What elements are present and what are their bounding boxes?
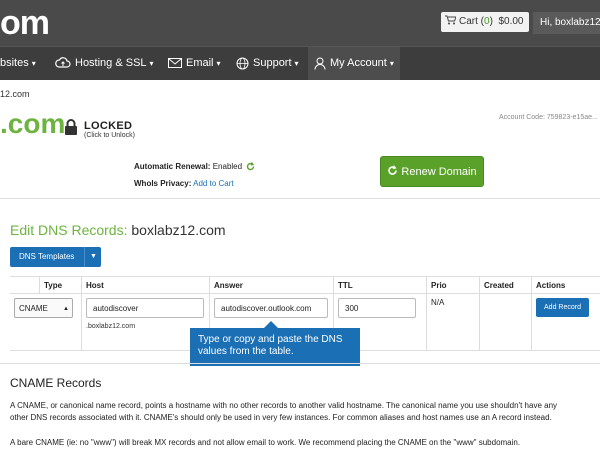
renew-domain-button[interactable]: Renew Domain — [380, 156, 484, 187]
table-header-row: Type Host Answer TTL Prio Created Action… — [10, 276, 600, 294]
dns-templates-button[interactable]: DNS Templates ▼ — [10, 247, 101, 267]
user-menu[interactable]: Hi, boxlabz12 ▾ — [533, 12, 600, 34]
add-record-button[interactable]: Add Record — [536, 298, 589, 317]
callout-pointer — [264, 321, 278, 328]
dns-templates-label: DNS Templates — [19, 252, 75, 261]
envelope-icon — [168, 58, 182, 69]
divider — [0, 198, 600, 199]
answer-input[interactable]: autodiscover.outlook.com — [214, 298, 328, 318]
whois-label: WhoIs Privacy: — [134, 179, 192, 188]
chevron-down-icon: ▾ — [294, 59, 299, 68]
nav-support-label: Support — [253, 57, 292, 69]
cloud-icon — [55, 57, 71, 68]
host-input[interactable]: autodiscover — [86, 298, 204, 318]
nav-account-label: My Account — [330, 57, 387, 69]
divider — [0, 363, 600, 364]
nav-websites-label: bsites — [0, 57, 29, 69]
page-title: Edit DNS Records: boxlabz12.com — [10, 222, 226, 238]
col-type: Type — [39, 276, 82, 294]
host-input-value: autodiscover — [93, 304, 139, 313]
top-bar: om Cart (0) $0.00 Hi, boxlabz12 ▾ — [0, 0, 600, 46]
col-answer: Answer — [209, 276, 334, 294]
chevron-down-icon: ▾ — [31, 59, 36, 68]
record-type-value: CNAME — [19, 304, 48, 313]
whois-privacy: WhoIs Privacy: Add to Cart — [134, 179, 234, 188]
cname-paragraph-2: other DNS records associated with it. CN… — [10, 413, 552, 422]
add-to-cart-link[interactable]: Add to Cart — [193, 179, 233, 188]
ttl-input-value: 300 — [345, 304, 359, 313]
chevron-down-icon: ▾ — [149, 59, 154, 68]
col-ttl: TTL — [333, 276, 427, 294]
nav-email[interactable]: Email ▾ — [168, 47, 221, 80]
col-prio: Prio — [426, 276, 480, 294]
auto-renewal-value: Enabled — [212, 162, 243, 171]
chevron-updown-icon: ▲ — [63, 306, 69, 312]
cname-heading: CNAME Records — [10, 376, 102, 390]
cart-icon — [445, 15, 457, 25]
cname-paragraph-3: A bare CNAME (ie: no "www") will break M… — [10, 438, 521, 447]
answer-input-value: autodiscover.outlook.com — [221, 304, 312, 313]
cart-label-close: ) — [489, 16, 493, 27]
col-select — [10, 276, 40, 294]
chevron-down-icon[interactable]: ▼ — [90, 247, 97, 267]
renew-domain-label: Renew Domain — [401, 166, 477, 178]
auto-renewal-label: Automatic Renewal: — [134, 162, 211, 171]
nav-hosting-ssl[interactable]: Hosting & SSL ▾ — [55, 47, 154, 80]
prio-value: N/A — [426, 293, 480, 351]
nav-websites[interactable]: bsites ▾ — [0, 47, 36, 80]
cart-label: Cart ( — [459, 16, 484, 27]
col-actions: Actions — [531, 276, 600, 294]
user-icon — [314, 57, 326, 70]
chevron-down-icon: ▾ — [216, 59, 221, 68]
col-created: Created — [479, 276, 532, 294]
cart-amount: $0.00 — [498, 16, 524, 27]
main-nav: bsites ▾ Hosting & SSL ▾ Email ▾ Support ▾ M… — [0, 46, 600, 80]
ttl-input[interactable]: 300 — [338, 298, 416, 318]
breadcrumb[interactable]: 12.com — [0, 89, 30, 99]
created-value — [479, 293, 532, 351]
cart-button[interactable]: Cart (0) $0.00 — [441, 12, 529, 32]
page-title-domain: boxlabz12.com — [131, 222, 226, 238]
lock-status[interactable]: LOCKED — [84, 120, 132, 132]
domain-name: .com — [0, 108, 66, 139]
host-suffix: .boxlabz12.com — [86, 323, 136, 330]
col-host: Host — [81, 276, 210, 294]
unlock-hint[interactable]: (Click to Unlock) — [84, 132, 135, 139]
split-divider — [84, 247, 85, 267]
instruction-callout: Type or copy and paste the DNS values fr… — [190, 321, 360, 366]
chevron-down-icon: ▾ — [389, 59, 394, 68]
nav-support[interactable]: Support ▾ — [236, 47, 299, 80]
nav-hosting-label: Hosting & SSL — [75, 57, 147, 69]
callout-text: Type or copy and paste the DNS values fr… — [198, 334, 343, 357]
page-title-prefix: Edit DNS Records: — [10, 222, 128, 238]
refresh-icon — [388, 165, 398, 175]
nav-email-label: Email — [186, 57, 214, 69]
refresh-icon[interactable] — [246, 162, 255, 171]
record-type-select[interactable]: CNAME ▲ — [14, 298, 73, 318]
globe-icon — [236, 57, 249, 70]
lock-icon[interactable] — [64, 119, 78, 141]
site-logo[interactable]: om — [0, 3, 50, 43]
account-code: Account Code: 759823-e15ae... — [499, 114, 598, 121]
auto-renewal: Automatic Renewal: Enabled — [134, 162, 255, 171]
nav-my-account[interactable]: My Account ▾ — [308, 47, 400, 80]
